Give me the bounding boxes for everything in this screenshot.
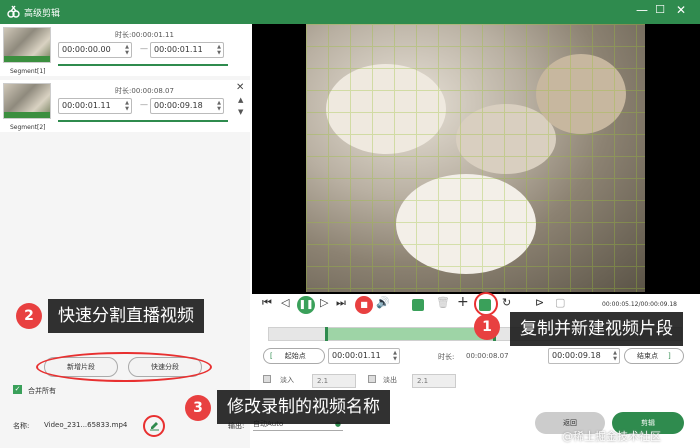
fade-in-input[interactable]: 2.1 xyxy=(312,374,356,388)
set-start-button[interactable]: [起始点 xyxy=(263,348,325,364)
segment-thumbnail xyxy=(3,83,51,119)
merge-all-checkbox[interactable]: ✓ xyxy=(13,385,22,394)
end-time-input[interactable]: 00:00:09.18 ▲ ▼ xyxy=(548,348,620,364)
video-frame xyxy=(306,24,645,292)
fade-in-label: 淡入 xyxy=(280,376,294,384)
callout-text-3: 修改录制的视频名称 xyxy=(217,390,390,424)
name-label: 名称: xyxy=(13,422,30,430)
next-frame-icon[interactable]: ▷ xyxy=(320,296,328,309)
timeline-selection xyxy=(327,328,493,340)
name-value: Video_231...65833.mp4 xyxy=(44,421,128,429)
segment-duration: 时长:00:00:08.07 xyxy=(115,87,174,95)
mark-in-icon[interactable]: ⊳ xyxy=(535,296,544,309)
segment-item-1[interactable]: Segment[1] 时长:00:00:01.11 00:00:00.00 ▲ ▼ … xyxy=(0,24,250,76)
minimize-icon[interactable]: — xyxy=(633,3,651,17)
segment-progress xyxy=(58,64,228,66)
skip-start-icon[interactable]: ⏮ xyxy=(262,296,272,310)
callout-badge-1: 1 xyxy=(474,314,500,340)
reset-icon[interactable]: ↻ xyxy=(502,296,511,309)
segment-start-input[interactable]: 00:00:00.00 ▲ ▼ xyxy=(58,42,132,58)
window-title: 高级剪辑 xyxy=(24,9,61,19)
title-bar: 高级剪辑 — ☐ ✕ xyxy=(0,0,700,24)
callout-text-1: 复制并新建视频片段 xyxy=(510,312,683,346)
highlight-ring-1 xyxy=(474,292,498,316)
timeline-start-handle[interactable] xyxy=(325,327,328,341)
set-end-button[interactable]: 结束点] xyxy=(624,348,684,364)
move-up-icon[interactable]: ▲ xyxy=(238,96,243,104)
merge-all-label: 合并所有 xyxy=(28,387,56,395)
maximize-icon[interactable]: ☐ xyxy=(651,3,669,16)
segment-label: Segment[2] xyxy=(10,124,46,131)
mark-out-icon[interactable]: ▢ xyxy=(555,296,565,309)
segment-progress xyxy=(58,120,228,122)
segment-end-input[interactable]: 00:00:01.11 ▲ ▼ xyxy=(150,42,224,58)
watermark: @稀土掘金技术社区 xyxy=(562,430,661,443)
delete-segment-icon[interactable]: ✕ xyxy=(236,82,244,93)
callout-badge-3: 3 xyxy=(185,395,211,421)
start-time-input[interactable]: 00:00:01.11 ▲ ▼ xyxy=(328,348,400,364)
app-logo-icon xyxy=(7,5,20,18)
highlight-ring-3 xyxy=(143,415,165,437)
callout-text-2: 快速分割直播视频 xyxy=(48,299,204,333)
playback-time: 00:00:05.12/00:00:09.18 xyxy=(602,301,677,308)
segment-start-input[interactable]: 00:00:01.11 ▲ ▼ xyxy=(58,98,132,114)
fade-out-label: 淡出 xyxy=(383,376,397,384)
duration-label: 时长: xyxy=(438,353,455,361)
segment-item-2[interactable]: Segment[2] 时长:00:00:08.07 00:00:01.11 ▲ ▼ … xyxy=(0,80,250,132)
move-down-icon[interactable]: ▼ xyxy=(238,108,243,116)
volume-icon[interactable]: 🔊 xyxy=(376,296,390,309)
segment-duration: 时长:00:00:01.11 xyxy=(115,31,174,39)
skip-end-icon[interactable]: ⏭ xyxy=(336,296,346,310)
fade-out-checkbox[interactable] xyxy=(368,375,376,383)
fade-out-input[interactable]: 2.1 xyxy=(412,374,456,388)
callout-badge-2: 2 xyxy=(16,303,42,329)
fade-in-checkbox[interactable] xyxy=(263,375,271,383)
stop-button[interactable]: ■ xyxy=(355,296,373,314)
segment-label: Segment[1] xyxy=(10,68,46,75)
prev-frame-icon[interactable]: ◁ xyxy=(281,296,289,309)
add-icon[interactable]: + xyxy=(457,294,469,310)
duration-value: 00:00:08.07 xyxy=(466,352,509,360)
pause-button[interactable]: ❚❚ xyxy=(297,296,315,314)
delete-icon[interactable]: 🗑 xyxy=(436,296,450,309)
highlight-ring-2 xyxy=(36,352,212,382)
segment-thumbnail xyxy=(3,27,51,63)
close-icon[interactable]: ✕ xyxy=(672,3,690,17)
segment-end-input[interactable]: 00:00:09.18 ▲ ▼ xyxy=(150,98,224,114)
split-icon[interactable] xyxy=(412,299,424,311)
